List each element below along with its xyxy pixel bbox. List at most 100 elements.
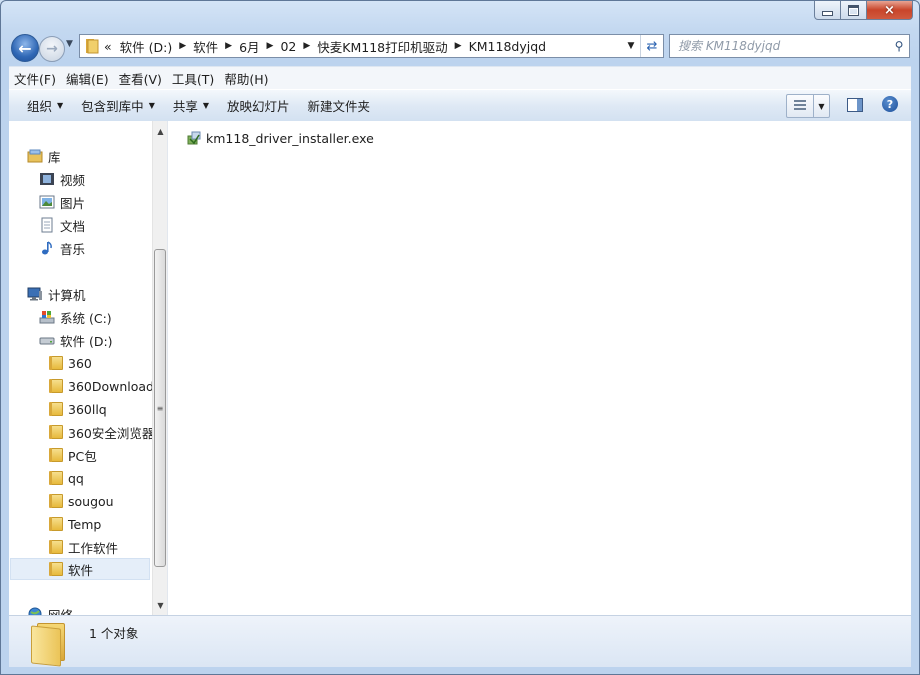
include-in-library-button[interactable]: 包含到库中 ▼ — [72, 96, 164, 115]
tree-label: 系统 (C:) — [60, 310, 112, 326]
preview-pane-icon[interactable] — [847, 98, 863, 112]
tree-label: 网络 — [48, 607, 74, 616]
caption-buttons: × — [814, 1, 913, 20]
view-options: ▼ — [786, 94, 830, 118]
breadcrumb-separator-icon[interactable]: ▶ — [176, 41, 189, 51]
include-in-library-label: 包含到库中 — [81, 99, 144, 114]
folder-icon — [49, 425, 63, 439]
address-dropdown-icon[interactable]: ▼ — [622, 41, 640, 51]
search-icon[interactable]: ⚲ — [889, 39, 909, 53]
new-folder-button[interactable]: 新建文件夹 — [299, 96, 380, 115]
search-input[interactable] — [670, 38, 889, 54]
tree-item-libraries[interactable]: 库 — [27, 145, 61, 167]
chevron-down-icon: ▼ — [57, 101, 64, 110]
tree-item-videos[interactable]: 视频 — [39, 168, 85, 190]
tree-label: PC包 — [68, 448, 97, 464]
minimize-icon — [822, 10, 833, 16]
breadcrumb-driver-folder[interactable]: 快麦KM118打印机驱动 — [313, 37, 451, 56]
tree-item-drive-d[interactable]: 软件 (D:) — [39, 329, 113, 351]
tree-label: 视频 — [60, 172, 86, 188]
maximize-icon — [848, 4, 859, 16]
network-icon — [27, 606, 43, 615]
slideshow-button[interactable]: 放映幻灯片 — [218, 96, 299, 115]
breadcrumb-overflow[interactable]: « — [100, 39, 116, 54]
minimize-button[interactable] — [814, 1, 841, 20]
tree-item-drive-c[interactable]: 系统 (C:) — [39, 306, 112, 328]
maximize-button[interactable] — [841, 1, 867, 20]
help-icon[interactable]: ? — [882, 96, 898, 112]
organize-button[interactable]: 组织 ▼ — [9, 96, 72, 115]
recent-pages-dropdown[interactable]: ▼ — [66, 39, 73, 49]
breadcrumb-separator-icon[interactable]: ▶ — [222, 41, 235, 51]
menu-view[interactable]: 查看(V) — [114, 69, 167, 88]
tree-item-folder[interactable]: 360安全浏览器 — [49, 421, 154, 443]
drive-icon — [39, 332, 55, 348]
tree-item-documents[interactable]: 文档 — [39, 214, 85, 236]
tree-label: 计算机 — [48, 287, 86, 303]
file-item[interactable]: km118_driver_installer.exe — [187, 129, 374, 147]
breadcrumb-separator-icon[interactable]: ▶ — [452, 41, 465, 51]
folder-icon — [86, 39, 99, 54]
share-button[interactable]: 共享 ▼ — [164, 96, 218, 115]
tree-item-network[interactable]: 网络 — [27, 603, 73, 615]
folder-icon — [49, 471, 63, 485]
folder-icon — [49, 494, 63, 508]
file-list: km118_driver_installer.exe — [168, 121, 911, 615]
navigation-row: ← → ▼ « 软件 (D:) ▶ 软件 ▶ 6月 ▶ 02 ▶ 快麦KM118… — [1, 31, 919, 63]
menu-tools[interactable]: 工具(T) — [167, 69, 219, 88]
tree-item-folder[interactable]: 360 — [49, 352, 92, 374]
tree-item-computer[interactable]: 计算机 — [27, 283, 86, 305]
tree-item-folder[interactable]: 360Download — [49, 375, 154, 397]
navigation-scrollbar[interactable]: ▲ ≡ ▼ — [152, 121, 167, 615]
tree-item-music[interactable]: 音乐 — [39, 237, 85, 259]
scroll-down-icon[interactable]: ▼ — [153, 597, 167, 613]
share-label: 共享 — [172, 99, 198, 114]
scrollbar-thumb[interactable]: ≡ — [154, 249, 166, 567]
breadcrumb-separator-icon[interactable]: ▶ — [300, 41, 313, 51]
close-button[interactable]: × — [867, 1, 913, 20]
item-count: 1 个对象 — [89, 626, 139, 641]
address-bar[interactable]: « 软件 (D:) ▶ 软件 ▶ 6月 ▶ 02 ▶ 快麦KM118打印机驱动 … — [79, 34, 664, 58]
installer-icon — [187, 131, 201, 145]
file-name: km118_driver_installer.exe — [206, 130, 374, 146]
change-view-button[interactable] — [787, 95, 814, 117]
tree-label: 库 — [48, 149, 61, 165]
tree-item-folder-selected[interactable]: 软件 — [10, 558, 150, 580]
folder-icon — [49, 517, 63, 531]
forward-button[interactable]: → — [39, 36, 65, 62]
system-drive-icon — [39, 309, 55, 325]
tree-item-folder[interactable]: Temp — [49, 513, 101, 535]
tree-item-folder[interactable]: qq — [49, 467, 84, 489]
folder-icon — [49, 448, 63, 462]
back-button[interactable]: ← — [11, 34, 39, 62]
menu-help[interactable]: 帮助(H) — [219, 69, 273, 88]
chevron-down-icon: ▼ — [818, 101, 825, 111]
breadcrumb-02[interactable]: 02 — [276, 39, 300, 54]
tree-label: 360安全浏览器 — [68, 425, 155, 441]
folder-icon — [49, 562, 63, 576]
breadcrumb-current[interactable]: KM118dyjqd — [465, 39, 551, 54]
tree-label: 360 — [68, 355, 92, 371]
refresh-icon[interactable]: ⇄ — [640, 35, 663, 57]
computer-icon — [27, 286, 43, 302]
tree-item-pictures[interactable]: 图片 — [39, 191, 85, 213]
tree-label: qq — [68, 470, 84, 486]
view-options-dropdown[interactable]: ▼ — [814, 95, 829, 117]
tree-label: 360Download — [68, 378, 154, 394]
breadcrumb-software[interactable]: 软件 — [189, 37, 222, 56]
search-box[interactable]: ⚲ — [669, 34, 910, 58]
scroll-up-icon[interactable]: ▲ — [153, 123, 167, 139]
chevron-down-icon: ▼ — [202, 101, 210, 110]
tree-item-folder[interactable]: 360llq — [49, 398, 107, 420]
close-icon: × — [884, 2, 895, 18]
tree-item-folder[interactable]: sougou — [49, 490, 114, 512]
breadcrumb-june[interactable]: 6月 — [235, 37, 263, 56]
slideshow-label: 放映幻灯片 — [227, 99, 290, 114]
tree-item-folder[interactable]: 工作软件 — [49, 536, 118, 558]
menu-file[interactable]: 文件(F) — [9, 69, 61, 88]
document-icon — [39, 217, 55, 233]
menu-edit[interactable]: 编辑(E) — [61, 69, 114, 88]
breadcrumb-drive-d[interactable]: 软件 (D:) — [116, 37, 177, 56]
tree-item-folder[interactable]: PC包 — [49, 444, 97, 466]
breadcrumb-separator-icon[interactable]: ▶ — [264, 41, 277, 51]
